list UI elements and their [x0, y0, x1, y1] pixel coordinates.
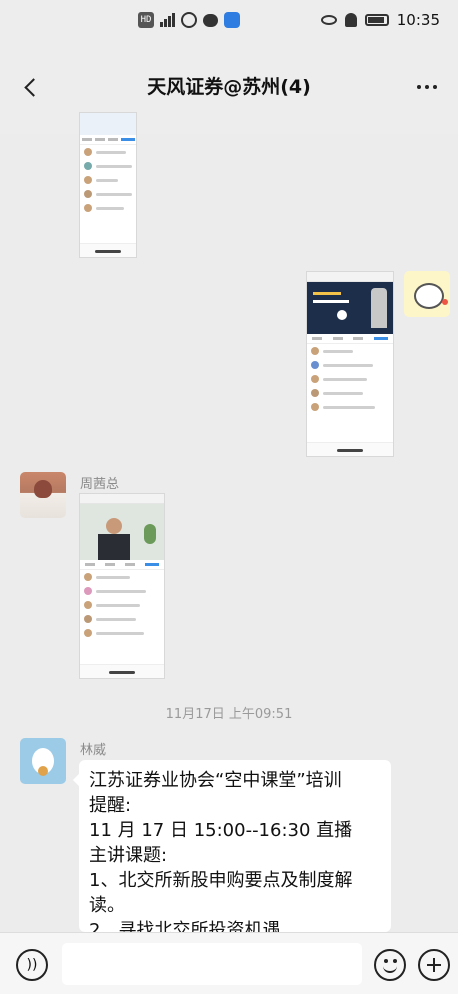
chat-title: 天风证券@苏州(4)	[147, 76, 311, 98]
voice-icon: ))	[26, 957, 38, 973]
hd-badge: HD	[138, 12, 154, 28]
emoji-icon	[384, 959, 388, 963]
avatar-zhou[interactable]	[20, 472, 66, 518]
message-input[interactable]	[62, 943, 362, 985]
message-line: 主讲课题:	[89, 845, 168, 866]
emoji-button[interactable]	[374, 949, 406, 981]
chevron-left-icon	[24, 77, 43, 97]
mute-icon	[344, 13, 357, 27]
sender-name: 林威	[80, 743, 107, 758]
chat-notification-icon	[203, 13, 218, 27]
sender-name: 周茜总	[80, 477, 120, 492]
chat-image-2[interactable]	[306, 271, 394, 457]
message-line: 提醒:	[89, 795, 132, 816]
battery-icon	[364, 14, 389, 26]
app-notification-icon	[181, 12, 197, 28]
app-badge-icon	[224, 12, 240, 28]
message-timestamp: 11月17日 上午09:51	[165, 707, 293, 722]
message-line: 2、寻找北交所投资机遇	[89, 920, 281, 932]
plus-button[interactable]	[418, 949, 450, 981]
status-icons-left: HD	[138, 12, 240, 28]
chat-image-3[interactable]	[79, 493, 165, 679]
chat-image-1[interactable]	[79, 112, 137, 258]
status-bar: HD 10:35	[0, 0, 458, 44]
text-message-bubble[interactable]: 江苏证券业协会“空中课堂”培训 提醒: 11 月 17 日 15:00--16:…	[79, 760, 391, 932]
more-button[interactable]	[410, 74, 444, 100]
more-dots-icon	[417, 85, 421, 89]
avatar-lin[interactable]	[20, 738, 66, 784]
voice-button[interactable]: ))	[16, 949, 48, 981]
message-line: 读。	[89, 895, 125, 916]
status-icons-right: 10:35	[320, 11, 440, 29]
chat-header: 天风证券@苏州(4)	[0, 44, 458, 134]
message-line: 1、北交所新股申购要点及制度解	[89, 870, 353, 891]
status-time: 10:35	[396, 11, 440, 29]
avatar-self[interactable]	[404, 271, 450, 317]
signal-icon	[160, 13, 175, 27]
message-line: 江苏证券业协会“空中课堂”培训	[89, 770, 342, 791]
back-button[interactable]	[14, 70, 48, 104]
input-bar: ))	[0, 932, 458, 994]
message-line: 11 月 17 日 15:00--16:30 直播	[89, 820, 353, 841]
eye-icon	[320, 15, 337, 25]
